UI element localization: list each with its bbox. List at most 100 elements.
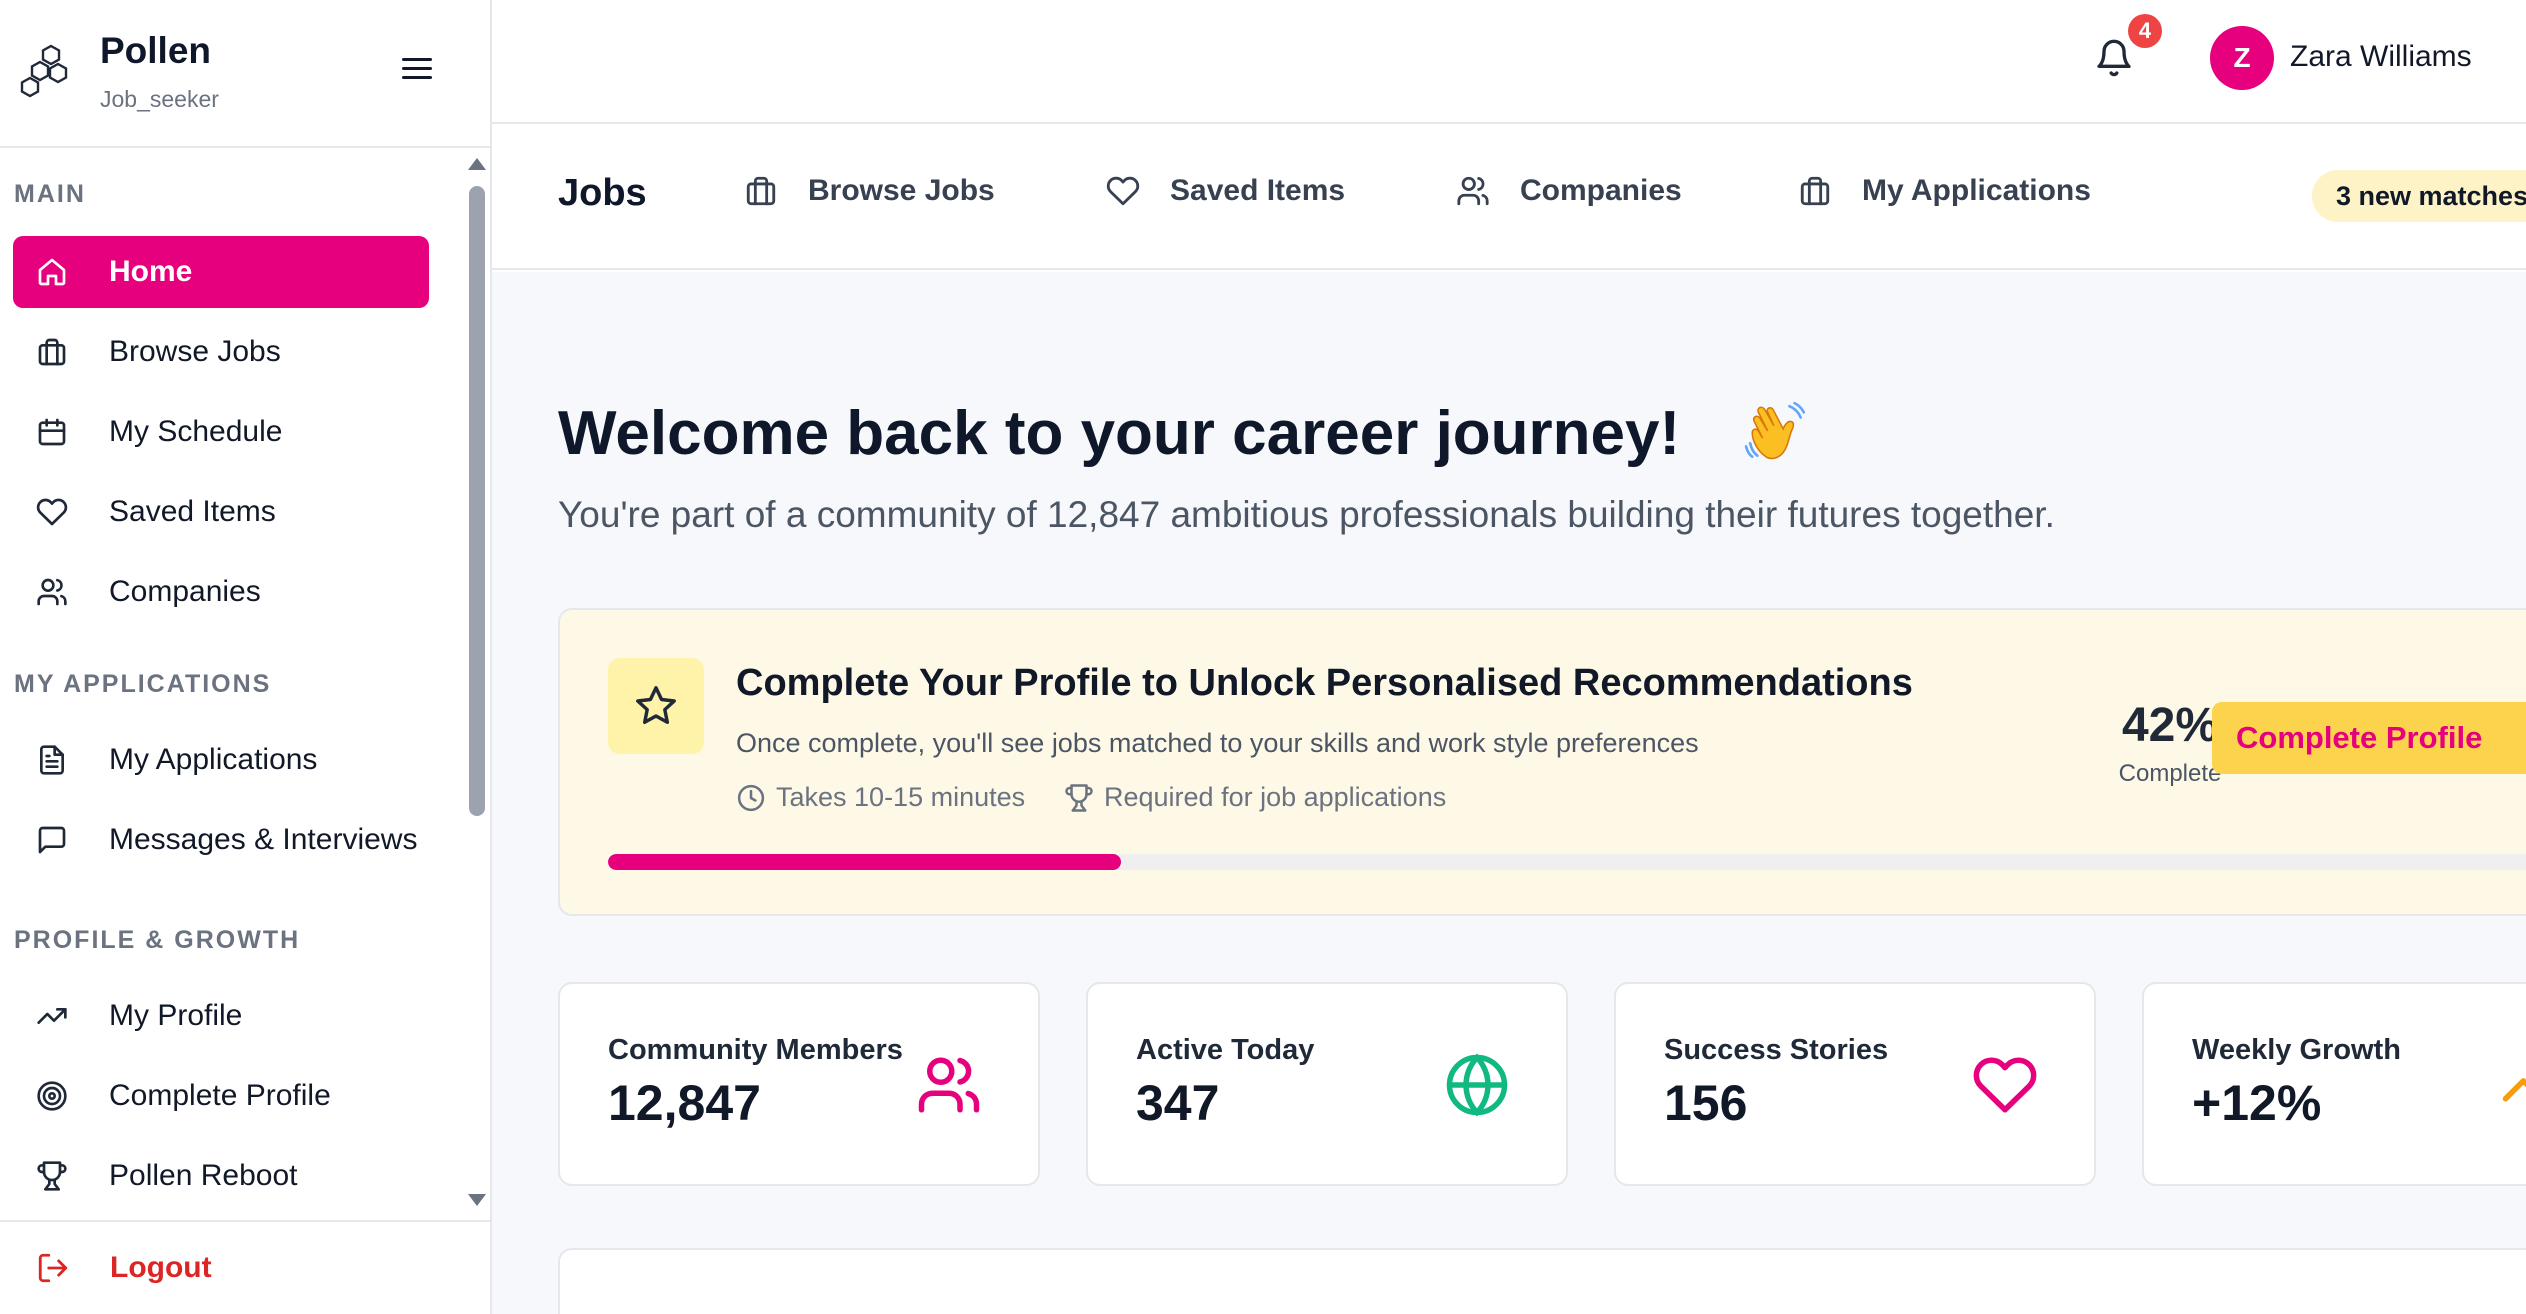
stat-card-community-members: Community Members 12,847: [558, 982, 1040, 1186]
stat-card-active-today: Active Today 347: [1086, 982, 1568, 1186]
stat-value: 347: [1136, 1075, 1220, 1131]
briefcase-icon: [1800, 176, 1830, 206]
sidebar-item-label: Complete Profile: [109, 1079, 331, 1112]
stat-label: Community Members: [608, 1034, 903, 1066]
users-icon: [1457, 176, 1489, 206]
sidebar-item-label: My Applications: [109, 743, 318, 776]
profile-progress-bar: [608, 854, 2526, 870]
trophy-icon: [1065, 783, 1093, 812]
logout-label: Logout: [110, 1251, 212, 1284]
profile-card-title: Complete Your Profile to Unlock Personal…: [736, 662, 1913, 704]
stat-value: 12,847: [608, 1075, 761, 1131]
message-icon: [35, 823, 69, 857]
heart-icon: [1973, 1057, 2037, 1113]
bell-icon[interactable]: [2094, 38, 2134, 78]
avatar[interactable]: Z: [2210, 26, 2274, 90]
tab-my-applications[interactable]: My Applications: [1798, 174, 2091, 208]
top-bar: 4 Z Zara Williams: [492, 0, 2526, 124]
sidebar-item-label: Saved Items: [109, 495, 276, 528]
sidebar-nav: MAIN Home Browse Jobs My Schedule Saved …: [0, 150, 490, 1218]
welcome-subtitle: You're part of a community of 12,847 amb…: [558, 494, 2055, 535]
content-card: [558, 1248, 2526, 1314]
scroll-down-arrow-icon[interactable]: [468, 1194, 486, 1206]
logout-icon: [38, 1253, 68, 1283]
scrollbar-thumb[interactable]: [469, 186, 485, 816]
trophy-icon: [35, 1159, 69, 1193]
sidebar-item-companies[interactable]: Companies: [13, 556, 429, 628]
tab-browse-jobs[interactable]: Browse Jobs: [744, 174, 995, 208]
calendar-icon: [35, 415, 69, 449]
sidebar: Pollen Job_seeker MAIN Home Browse Jobs …: [0, 0, 492, 1314]
tab-saved-items[interactable]: Saved Items: [1106, 174, 1345, 208]
stat-value: +12%: [2192, 1075, 2322, 1131]
stat-label: Weekly Growth: [2192, 1034, 2401, 1066]
stat-card-weekly-growth: Weekly Growth +12%: [2142, 982, 2526, 1186]
stat-label: Success Stories: [1664, 1034, 1889, 1066]
brand-role: Job_seeker: [100, 86, 219, 112]
new-matches-badge[interactable]: 3 new matches: [2312, 170, 2526, 222]
sidebar-item-label: Browse Jobs: [109, 335, 281, 368]
complete-profile-button[interactable]: Complete Profile: [2212, 702, 2526, 774]
trending-up-icon: [35, 999, 69, 1033]
logout-button[interactable]: Logout: [0, 1220, 490, 1314]
home-icon: [35, 255, 69, 289]
waving-hand-icon: [1744, 401, 1806, 460]
sidebar-item-label: Companies: [109, 575, 261, 608]
sidebar-item-home[interactable]: Home: [13, 236, 429, 308]
document-icon: [35, 743, 69, 777]
heart-icon: [35, 495, 69, 529]
briefcase-icon: [746, 176, 776, 206]
brand-header: Pollen Job_seeker: [0, 0, 490, 148]
required-note-label: Required for job applications: [1104, 782, 1447, 812]
target-icon: [35, 1079, 69, 1113]
hexagon-logo-icon: [20, 44, 68, 98]
globe-icon: [1446, 1053, 1508, 1117]
complete-profile-card: Complete Your Profile to Unlock Personal…: [558, 608, 2526, 916]
sidebar-item-my-schedule[interactable]: My Schedule: [13, 396, 429, 468]
sidebar-item-label: Home: [109, 255, 193, 288]
sidebar-item-messages-interviews[interactable]: Messages & Interviews: [13, 804, 429, 876]
brand-name: Pollen: [100, 30, 212, 71]
time-estimate-label: Takes 10-15 minutes: [776, 782, 1026, 812]
required-note: Required for job applications: [1064, 782, 1446, 813]
tab-companies[interactable]: Companies: [1456, 174, 1682, 208]
users-icon: [918, 1057, 980, 1113]
welcome-heading: Welcome back to your career journey!: [558, 399, 1681, 468]
jobs-subnav: Jobs Browse Jobs Saved Items Companies M…: [492, 126, 2526, 270]
users-icon: [35, 575, 69, 609]
sidebar-item-my-profile[interactable]: My Profile: [13, 980, 429, 1052]
section-label-profile-growth: PROFILE & GROWTH: [14, 926, 301, 954]
clock-icon: [737, 784, 765, 811]
main-content: Welcome back to your career journey! You…: [492, 272, 2526, 1314]
menu-icon[interactable]: [402, 58, 432, 82]
tab-label: Browse Jobs: [808, 174, 995, 207]
user-name[interactable]: Zara Williams: [2290, 40, 2472, 74]
notification-badge: 4: [2128, 14, 2162, 48]
star-icon: [608, 658, 704, 754]
section-label-main: MAIN: [14, 180, 86, 208]
stat-value: 156: [1664, 1075, 1748, 1131]
profile-card-description: Once complete, you'll see jobs matched t…: [736, 728, 1699, 758]
sidebar-item-label: My Schedule: [109, 415, 283, 448]
page-title: Jobs: [558, 172, 647, 214]
tab-label: My Applications: [1862, 174, 2091, 207]
heart-icon: [1106, 176, 1140, 206]
profile-progress-fill: [608, 854, 1122, 870]
sidebar-item-label: My Profile: [109, 999, 243, 1032]
trending-up-icon: [2502, 1078, 2526, 1102]
tab-label: Companies: [1520, 174, 1682, 207]
sidebar-scrollbar[interactable]: [464, 150, 490, 1218]
sidebar-item-pollen-reboot[interactable]: Pollen Reboot: [13, 1140, 429, 1212]
stat-card-success-stories: Success Stories 156: [1614, 982, 2096, 1186]
section-label-my-applications: MY APPLICATIONS: [14, 670, 272, 698]
stat-label: Active Today: [1136, 1034, 1315, 1066]
sidebar-item-my-applications[interactable]: My Applications: [13, 724, 429, 796]
sidebar-item-browse-jobs[interactable]: Browse Jobs: [13, 316, 429, 388]
sidebar-item-label: Messages & Interviews: [109, 823, 418, 856]
scroll-up-arrow-icon[interactable]: [468, 158, 486, 170]
tab-label: Saved Items: [1170, 174, 1346, 207]
sidebar-item-saved-items[interactable]: Saved Items: [13, 476, 429, 548]
sidebar-item-complete-profile[interactable]: Complete Profile: [13, 1060, 429, 1132]
time-estimate: Takes 10-15 minutes: [736, 782, 1025, 813]
briefcase-icon: [35, 335, 69, 369]
